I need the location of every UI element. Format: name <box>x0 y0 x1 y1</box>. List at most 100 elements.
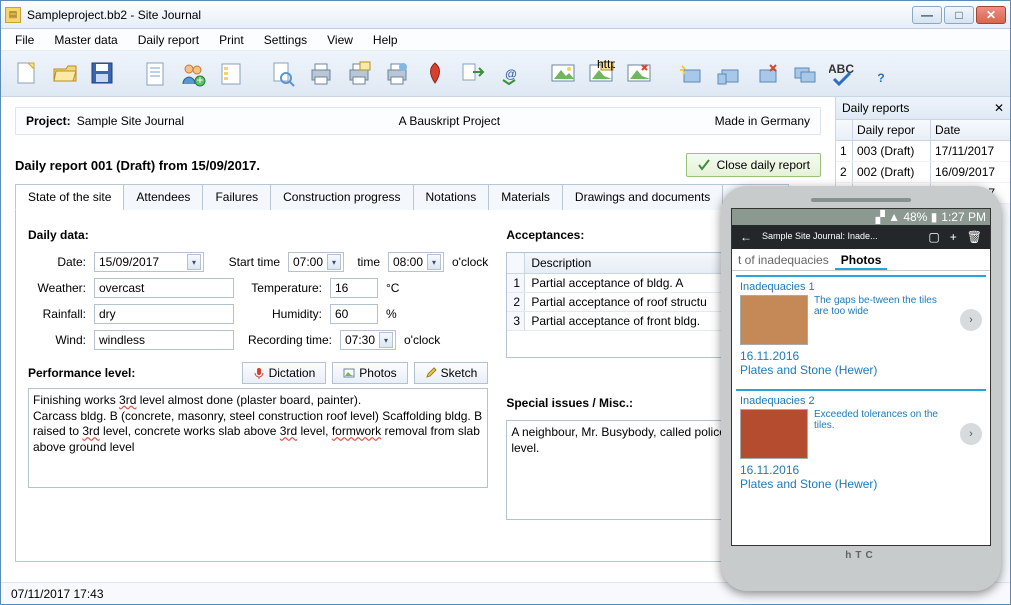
chevron-right-icon[interactable]: › <box>960 309 982 331</box>
menu-help[interactable]: Help <box>365 31 406 49</box>
phone-item-desc: The gaps be-tween the tiles are too wide <box>814 295 954 317</box>
phone-mockup: ▞ ▲ 48% ▮1:27 PM ← Sample Site Journal: … <box>721 186 1001 591</box>
new-icon[interactable] <box>11 58 43 90</box>
side-title: Daily reports <box>842 101 909 115</box>
pdf-icon[interactable] <box>419 58 451 90</box>
print-icon[interactable] <box>305 58 337 90</box>
end-time-field[interactable]: 08:00▾ <box>388 252 444 272</box>
phone-tab-photos[interactable]: Photos <box>835 249 888 270</box>
maximize-button[interactable]: □ <box>944 6 974 24</box>
menu-file[interactable]: File <box>7 31 42 49</box>
weather-label: Weather: <box>28 281 86 295</box>
close-daily-label: Close daily report <box>717 158 810 172</box>
tab-failures[interactable]: Failures <box>202 184 271 210</box>
image3-icon[interactable] <box>623 58 655 90</box>
phone-app-title: Sample Site Journal: Inade... <box>762 232 918 242</box>
open-icon[interactable] <box>49 58 81 90</box>
chevron-right-icon[interactable]: › <box>960 423 982 445</box>
menu-view[interactable]: View <box>319 31 361 49</box>
phone-thumbnail <box>740 295 808 345</box>
side-col-report: Daily repor <box>852 120 930 140</box>
svg-text:+: + <box>196 73 203 87</box>
spellcheck-icon[interactable]: ABC <box>827 58 859 90</box>
menubar: File Master data Daily report Print Sett… <box>1 29 1010 51</box>
wind-field[interactable] <box>94 330 234 350</box>
svg-text:?: ? <box>877 71 884 85</box>
minimize-button[interactable]: — <box>912 6 942 24</box>
photos-button[interactable]: Photos <box>332 362 407 384</box>
humidity-field[interactable] <box>330 304 378 324</box>
col-description: Description <box>525 253 725 273</box>
project-row: Project: Sample Site Journal A Bauskript… <box>15 107 821 135</box>
add-icon[interactable]: + <box>950 230 957 244</box>
users-icon[interactable]: + <box>177 58 209 90</box>
tab-construction[interactable]: Construction progress <box>270 184 413 210</box>
help-icon[interactable]: ? <box>865 58 897 90</box>
date-field[interactable]: 15/09/2017▾ <box>94 252 204 272</box>
date-label: Date: <box>28 255 86 269</box>
temperature-field[interactable] <box>330 278 378 298</box>
tab-state[interactable]: State of the site <box>15 184 124 210</box>
save-icon[interactable] <box>87 58 119 90</box>
recording-time-label: Recording time: <box>242 333 332 347</box>
camera-icon[interactable]: ▢ <box>928 230 939 244</box>
side-close-icon[interactable]: ✕ <box>994 101 1004 115</box>
email-icon[interactable]: @ <box>495 58 527 90</box>
list-item[interactable]: 1003 (Draft)17/11/2017 <box>836 141 1010 162</box>
phone-thumbnail <box>740 409 808 459</box>
phone-tab-inadequacies[interactable]: t of inadequacies <box>732 249 835 270</box>
wizard-del-icon[interactable] <box>751 58 783 90</box>
tab-drawings[interactable]: Drawings and documents <box>562 184 723 210</box>
report-header: Daily report 001 (Draft) from 15/09/2017… <box>15 158 260 173</box>
status-datetime: 07/11/2017 17:43 <box>11 587 104 601</box>
tab-notations[interactable]: Notations <box>413 184 490 210</box>
sketch-button[interactable]: Sketch <box>414 362 489 384</box>
project-mid: A Bauskript Project <box>184 114 715 128</box>
image1-icon[interactable] <box>547 58 579 90</box>
project-value: Sample Site Journal <box>77 114 184 128</box>
performance-textarea[interactable]: Finishing works 3rd level almost done (p… <box>28 388 488 488</box>
menu-print[interactable]: Print <box>211 31 252 49</box>
phone-item-title: Inadequacies 1 <box>740 281 982 293</box>
svg-text:http: http <box>597 60 615 71</box>
check-icon <box>697 158 711 172</box>
list-item[interactable]: 2002 (Draft)16/09/2017 <box>836 162 1010 183</box>
close-button[interactable]: ✕ <box>976 6 1006 24</box>
dictation-button[interactable]: Dictation <box>242 362 327 384</box>
rainfall-label: Rainfall: <box>28 307 86 321</box>
phone-list-item[interactable]: Inadequacies 2 Exceeded tolerances on th… <box>736 389 986 497</box>
print2-icon[interactable] <box>343 58 375 90</box>
oclock2-label: o'clock <box>404 333 440 347</box>
print3-icon[interactable] <box>381 58 413 90</box>
menu-daily-report[interactable]: Daily report <box>130 31 207 49</box>
wizard3-icon[interactable] <box>789 58 821 90</box>
tabs: State of the site Attendees Failures Con… <box>15 183 821 210</box>
image-web-icon[interactable]: http <box>585 58 617 90</box>
humidity-label: Humidity: <box>242 307 322 321</box>
tab-materials[interactable]: Materials <box>488 184 563 210</box>
report-icon[interactable] <box>139 58 171 90</box>
wizard1-icon[interactable] <box>675 58 707 90</box>
app-icon: ▤ <box>5 7 21 23</box>
preview-icon[interactable] <box>267 58 299 90</box>
rainfall-field[interactable] <box>94 304 234 324</box>
tab-attendees[interactable]: Attendees <box>123 184 203 210</box>
trash-icon[interactable]: 🗑 <box>967 230 982 244</box>
close-daily-report-button[interactable]: Close daily report <box>686 153 821 177</box>
start-time-field[interactable]: 07:00▾ <box>288 252 344 272</box>
menu-master-data[interactable]: Master data <box>46 31 125 49</box>
phone-list-item[interactable]: Inadequacies 1 The gaps be-tween the til… <box>736 275 986 383</box>
weather-field[interactable] <box>94 278 234 298</box>
start-time-label: Start time <box>212 255 280 269</box>
titlebar: ▤ Sampleproject.bb2 - Site Journal — □ ✕ <box>1 1 1010 29</box>
back-icon[interactable]: ← <box>740 230 752 244</box>
export-icon[interactable] <box>457 58 489 90</box>
recording-time-field[interactable]: 07:30▾ <box>340 330 396 350</box>
list-icon[interactable] <box>215 58 247 90</box>
toolbar: + @ http ABC ? <box>1 51 1010 97</box>
photo-icon <box>343 367 355 379</box>
side-col-date: Date <box>930 120 1010 140</box>
menu-settings[interactable]: Settings <box>256 31 315 49</box>
window-title: Sampleproject.bb2 - Site Journal <box>27 8 912 22</box>
wizard2-icon[interactable] <box>713 58 745 90</box>
